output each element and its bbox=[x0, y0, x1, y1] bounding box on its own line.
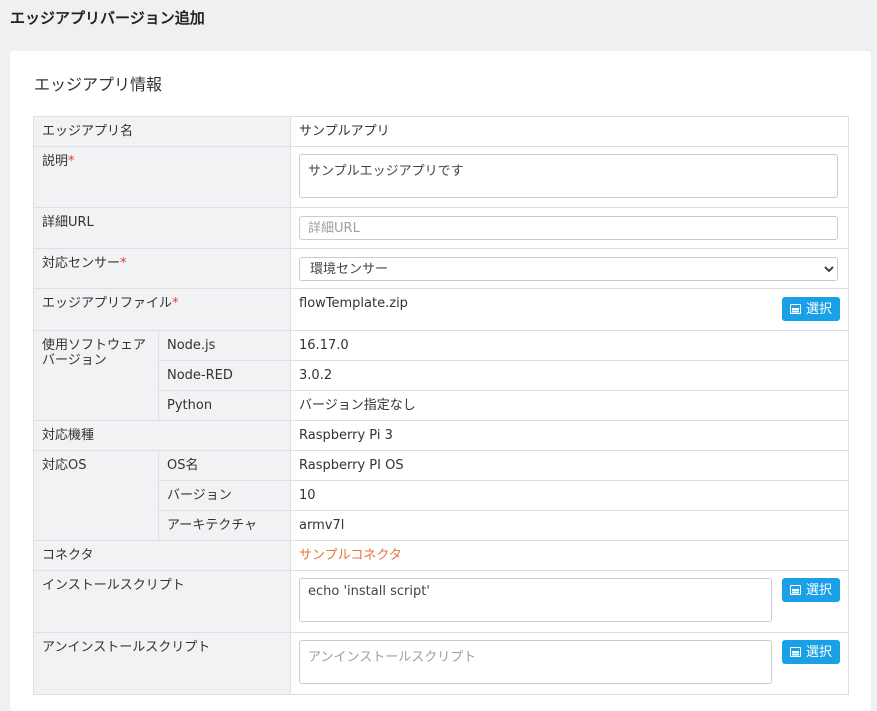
uninstall-script-select-button[interactable]: 選択 bbox=[782, 640, 841, 664]
os-item-value: 10 bbox=[290, 480, 850, 511]
os-label: 対応OS bbox=[33, 450, 159, 541]
app-file-name: flowTemplate.zip bbox=[299, 296, 408, 311]
app-file-cell: flowTemplate.zip 選択 bbox=[290, 288, 850, 331]
os-item-name: OS名 bbox=[157, 450, 292, 481]
table-row: 対応機種 Raspberry Pi 3 bbox=[32, 420, 850, 451]
uninstall-script-field[interactable] bbox=[299, 640, 773, 684]
software-version: バージョン指定なし bbox=[290, 390, 850, 421]
software-label: 使用ソフトウェアバージョン bbox=[33, 330, 159, 421]
app-file-label: エッジアプリファイル bbox=[42, 296, 173, 311]
install-script-cell: echo 'install script' 選択 bbox=[290, 570, 850, 633]
connector-cell: サンプルコネクタ bbox=[290, 540, 850, 571]
uninstall-script-cell: 選択 bbox=[290, 632, 850, 695]
table-row: 使用ソフトウェアバージョン Node.js 16.17.0 bbox=[33, 330, 850, 421]
software-name: Python bbox=[157, 390, 292, 421]
app-info-table: エッジアプリ名 サンプルアプリ 説明* サンプルエッジアプリです 詳細URL 詳… bbox=[32, 116, 850, 695]
table-row: コネクタ サンプルコネクタ bbox=[32, 540, 850, 571]
select-button-label: 選択 bbox=[806, 644, 833, 660]
table-row: エッジアプリ名 サンプルアプリ bbox=[32, 116, 850, 147]
device-label: 対応機種 bbox=[32, 420, 292, 451]
detail-url-input[interactable] bbox=[299, 216, 839, 240]
description-cell: サンプルエッジアプリです bbox=[290, 146, 850, 208]
table-row: アンインストールスクリプト 選択 bbox=[32, 632, 850, 695]
os-item-value: armv7l bbox=[290, 510, 850, 541]
app-file-select-button[interactable]: 選択 bbox=[782, 297, 841, 321]
connector-link[interactable]: サンプルコネクタ bbox=[299, 548, 402, 563]
section-title: エッジアプリ情報 bbox=[34, 75, 163, 94]
app-name-label: エッジアプリ名 bbox=[32, 116, 292, 147]
description-label: 説明 bbox=[42, 154, 69, 169]
app-info-card: エッジアプリ情報 エッジアプリ名 サンプルアプリ 説明* サンプルエッジアプリで… bbox=[10, 51, 871, 711]
description-label-cell: 説明* bbox=[32, 146, 292, 208]
required-mark: * bbox=[120, 256, 127, 271]
required-mark: * bbox=[68, 154, 75, 169]
page-title: エッジアプリバージョン追加 bbox=[10, 9, 205, 27]
table-row: 詳細URL bbox=[32, 207, 850, 249]
list-icon bbox=[790, 585, 801, 595]
app-name-value: サンプルアプリ bbox=[290, 116, 850, 147]
software-name: Node-RED bbox=[157, 360, 292, 391]
description-field[interactable]: サンプルエッジアプリです bbox=[299, 154, 839, 198]
app-file-label-cell: エッジアプリファイル* bbox=[32, 288, 292, 331]
sensor-label: 対応センサー bbox=[42, 256, 121, 271]
uninstall-script-label: アンインストールスクリプト bbox=[32, 632, 292, 695]
device-value: Raspberry Pi 3 bbox=[290, 420, 850, 451]
table-row: インストールスクリプト echo 'install script' 選択 bbox=[32, 570, 850, 633]
software-version: 3.0.2 bbox=[290, 360, 850, 391]
software-version: 16.17.0 bbox=[290, 330, 850, 361]
table-row: エッジアプリファイル* flowTemplate.zip 選択 bbox=[32, 288, 850, 331]
detail-url-cell bbox=[290, 207, 850, 249]
os-item-name: バージョン bbox=[157, 480, 292, 511]
sensor-label-cell: 対応センサー* bbox=[32, 248, 292, 289]
detail-url-label: 詳細URL bbox=[32, 207, 292, 249]
select-button-label: 選択 bbox=[806, 582, 833, 598]
install-script-field[interactable]: echo 'install script' bbox=[299, 578, 773, 622]
software-name: Node.js bbox=[157, 330, 292, 361]
table-row: 対応OS OS名 Raspberry PI OS bbox=[33, 450, 850, 541]
sensor-cell: 環境センサー bbox=[290, 248, 850, 289]
required-mark: * bbox=[172, 296, 179, 311]
table-row: 対応センサー* 環境センサー bbox=[32, 248, 850, 289]
table-row: 説明* サンプルエッジアプリです bbox=[32, 146, 850, 208]
install-script-select-button[interactable]: 選択 bbox=[782, 578, 841, 602]
install-script-label: インストールスクリプト bbox=[32, 570, 292, 633]
select-button-label: 選択 bbox=[806, 301, 833, 317]
list-icon bbox=[790, 647, 801, 657]
sensor-select[interactable]: 環境センサー bbox=[299, 257, 839, 281]
connector-label: コネクタ bbox=[32, 540, 292, 571]
os-item-name: アーキテクチャ bbox=[157, 510, 292, 541]
list-icon bbox=[790, 304, 801, 314]
os-item-value: Raspberry PI OS bbox=[290, 450, 850, 481]
